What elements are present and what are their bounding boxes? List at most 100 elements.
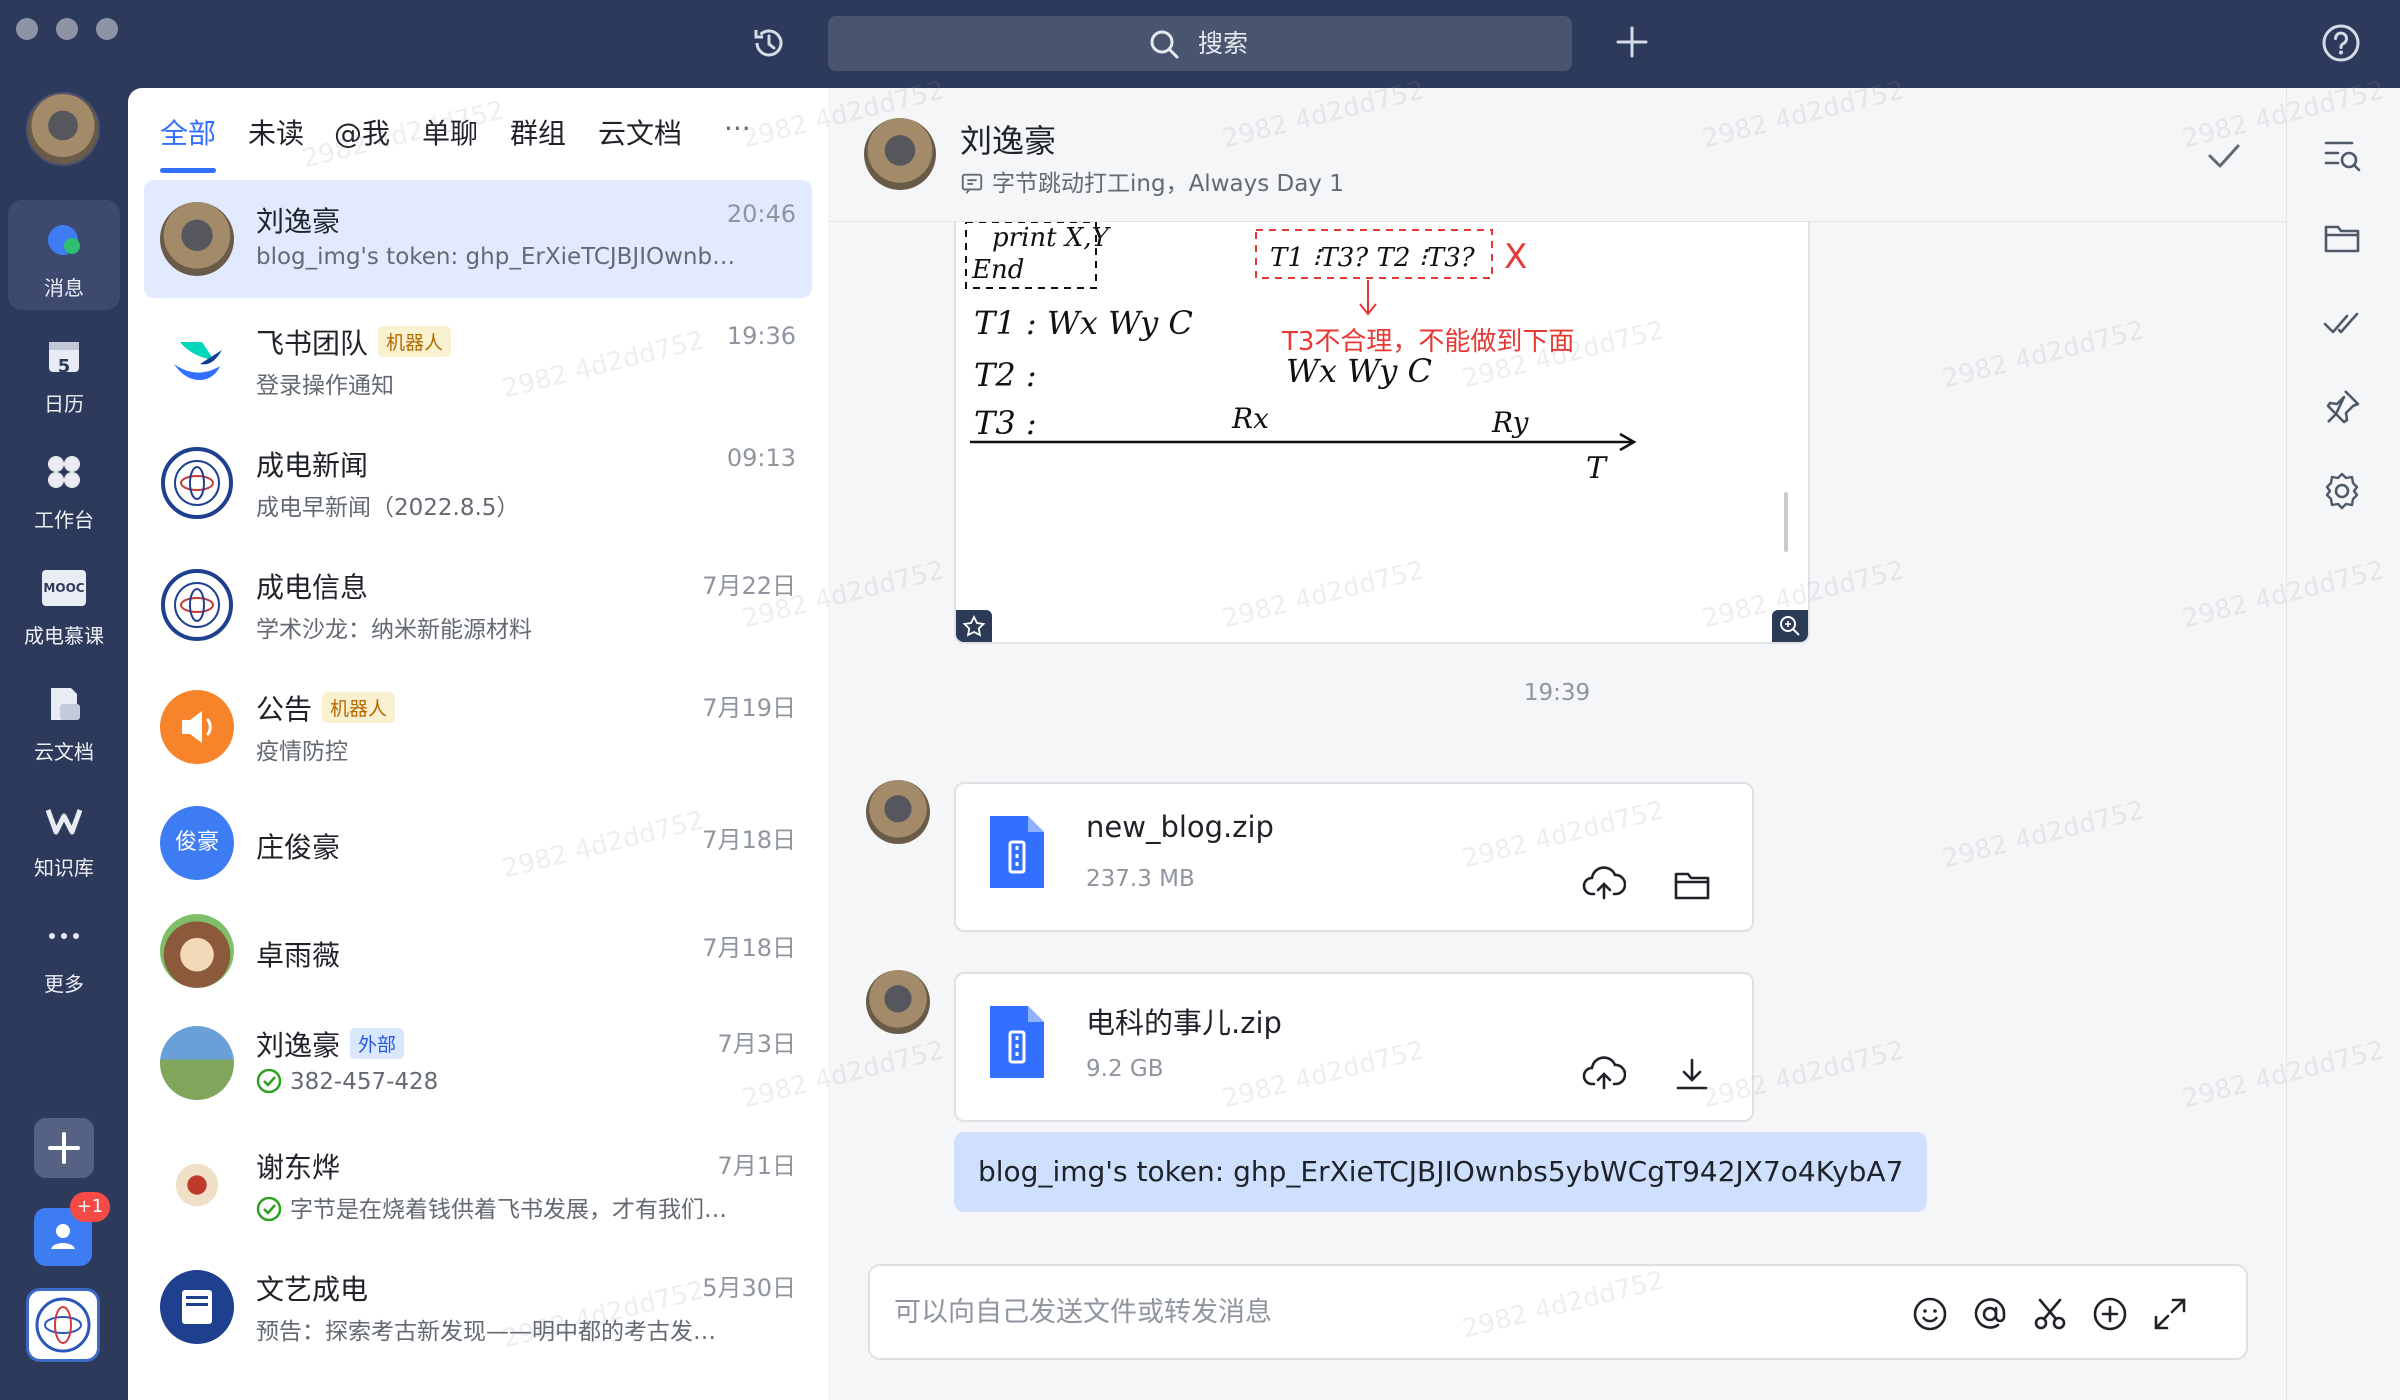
folder-icon[interactable]	[2321, 218, 2363, 260]
chat-signature: 字节跳动打工ing，Always Day 1	[960, 164, 1344, 198]
robot-tag: 机器人	[322, 692, 396, 723]
avatar	[160, 446, 234, 520]
tabs-more-button[interactable]: ···	[724, 112, 751, 145]
cloud-upload-icon[interactable]	[1582, 864, 1627, 904]
cloud-upload-icon[interactable]	[1582, 1054, 1627, 1094]
tasks-check-icon[interactable]	[2321, 302, 2363, 344]
chat-time: 7月1日	[717, 1152, 796, 1180]
chat-time: 20:46	[726, 200, 796, 228]
tab-groups[interactable]: 群组	[510, 112, 566, 152]
help-icon[interactable]	[2320, 22, 2362, 64]
chat-title[interactable]: 刘逸豪	[960, 116, 1056, 162]
nav-item-workplace[interactable]: 工作台	[8, 432, 120, 542]
board-text: print X,Y	[992, 223, 1112, 253]
star-icon[interactable]	[956, 610, 992, 642]
avatar	[160, 202, 234, 276]
open-folder-icon[interactable]	[1670, 864, 1714, 904]
done-check-icon[interactable]	[2204, 138, 2244, 174]
search-history-icon[interactable]	[2321, 134, 2363, 176]
chat-item[interactable]: 刘逸豪 外部 382-457-428 7月3日	[144, 1004, 812, 1122]
chat-item[interactable]: 卓雨薇 7月18日	[144, 898, 812, 1004]
art-culture-logo-icon	[182, 1290, 212, 1324]
nav-label: 成电慕课	[24, 624, 104, 648]
emoji-icon[interactable]	[1910, 1294, 1950, 1334]
contacts-button[interactable]: +1	[34, 1192, 110, 1266]
avatar	[160, 690, 234, 764]
screenshot-scissors-icon[interactable]	[2030, 1294, 2070, 1334]
tab-direct[interactable]: 单聊	[422, 112, 478, 152]
chat-item[interactable]: 文艺成电 预告：探索考古新发现——明中都的考古发掘与研究 5月30日	[144, 1248, 812, 1366]
expand-icon[interactable]	[2150, 1294, 2190, 1334]
chat-name: 卓雨薇	[256, 939, 341, 972]
mention-icon[interactable]	[1970, 1294, 2010, 1334]
org-logo[interactable]	[26, 1288, 100, 1362]
chat-item[interactable]: 谢东烨 字节是在烧着钱供着飞书发展，才有我们这些学生免费享用的体验 7月1日	[144, 1126, 812, 1244]
chat-header: 刘逸豪 字节跳动打工ing，Always Day 1	[828, 88, 2286, 222]
nav-item-mooc[interactable]: MOOC 成电慕课	[8, 548, 120, 658]
calendar-day: 5	[57, 356, 71, 377]
add-icon[interactable]	[1612, 22, 1652, 62]
file-message[interactable]: new_blog.zip 237.3 MB	[954, 782, 1754, 932]
chat-item[interactable]: 成电新闻 成电早新闻（2022.8.5） 09:13	[144, 424, 812, 542]
avatar[interactable]	[866, 970, 930, 1034]
zoom-icon[interactable]	[1772, 610, 1808, 642]
chat-item[interactable]: 俊豪 庄俊豪 7月18日	[144, 790, 812, 896]
chat-item[interactable]: 刘逸豪 blog_img's token: ghp_ErXieTCJBJIOwn…	[144, 180, 812, 298]
nav-label: 更多	[44, 972, 84, 996]
board-text: T2 :	[974, 356, 1037, 394]
tab-mentions[interactable]: @我	[334, 112, 390, 152]
tab-unread[interactable]: 未读	[248, 112, 304, 152]
global-search-bar[interactable]: 搜索	[828, 16, 1572, 71]
message-input[interactable]	[894, 1290, 1854, 1334]
chat-name: 庄俊豪	[256, 831, 341, 864]
board-text: T3 :	[974, 404, 1037, 442]
chat-name: 文艺成电	[256, 1273, 369, 1306]
nav-item-wiki[interactable]: 知识库	[8, 780, 120, 890]
avatar[interactable]	[866, 780, 930, 844]
board-text: T	[1586, 451, 1608, 486]
chat-preview: 学术沙龙：纳米新能源材料	[256, 617, 532, 643]
message-composer	[868, 1264, 2248, 1360]
plus-icon	[48, 1132, 80, 1164]
board-annotation: T3不合理，不能做到下面	[1281, 327, 1574, 357]
workplace-icon	[48, 456, 80, 488]
avatar[interactable]	[864, 118, 936, 190]
text-message[interactable]: blog_img's token: ghp_ErXieTCJBJIOwnbs5y…	[954, 1132, 1928, 1212]
board-text: Ry	[1491, 406, 1530, 439]
nav-item-cloud-docs[interactable]: 云文档	[8, 664, 120, 774]
nav-item-more[interactable]: 更多	[8, 896, 120, 1006]
more-icon	[49, 933, 79, 939]
nav-item-messages[interactable]: 消息	[8, 200, 120, 310]
chat-name: 公告 机器人	[256, 688, 396, 728]
chat-preview: 382-457-428	[256, 1068, 736, 1095]
nav-item-calendar[interactable]: 5 日历	[8, 316, 120, 426]
nav-add-button[interactable]	[34, 1118, 94, 1178]
window-minimize-button[interactable]	[56, 18, 78, 40]
my-avatar[interactable]	[26, 92, 100, 166]
uestc-logo-icon	[161, 569, 233, 641]
message-timestamp: 19:39	[1523, 680, 1591, 706]
chat-item[interactable]: 公告 机器人 疫情防控 7月19日	[144, 668, 812, 786]
contacts-badge: +1	[70, 1192, 110, 1222]
chat-name: 刘逸豪	[256, 205, 341, 238]
image-message[interactable]: print X,Y End T1 : Wx Wy C T2 : T3 : Wx …	[954, 222, 1810, 644]
window-zoom-button[interactable]	[96, 18, 118, 40]
pin-icon[interactable]	[2321, 386, 2363, 428]
board-boxed-text: T1 ⁝T3? T2 ⁝T3?	[1270, 243, 1476, 273]
nav-label: 云文档	[34, 740, 94, 764]
message-icon	[48, 225, 80, 255]
tab-cloud-docs[interactable]: 云文档	[598, 112, 682, 152]
tab-all[interactable]: 全部	[160, 112, 216, 152]
chat-filter-tabs: 全部 未读 @我 单聊 群组 云文档 ···	[128, 88, 828, 180]
settings-gear-icon[interactable]	[2321, 470, 2363, 512]
board-text: T1 : Wx Wy C	[974, 304, 1193, 342]
chat-time: 7月3日	[717, 1030, 796, 1058]
download-icon[interactable]	[1670, 1054, 1714, 1094]
chat-item[interactable]: 成电信息 学术沙龙：纳米新能源材料 7月22日	[144, 546, 812, 664]
add-attachment-icon[interactable]	[2090, 1294, 2130, 1334]
file-message[interactable]: 电科的事儿.zip 9.2 GB	[954, 972, 1754, 1122]
signature-icon	[961, 173, 983, 194]
chat-item[interactable]: 飞书团队 机器人 登录操作通知 19:36	[144, 302, 812, 420]
history-icon[interactable]	[748, 22, 790, 64]
window-close-button[interactable]	[16, 18, 38, 40]
